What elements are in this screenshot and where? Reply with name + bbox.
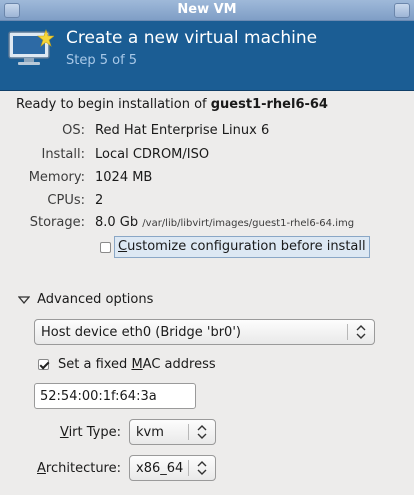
install-value: Local CDROM/ISO — [95, 147, 210, 162]
window-title: New VM — [177, 2, 237, 17]
storage-value-row: 8.0 Gb /var/lib/libvirt/images/guest1-rh… — [95, 215, 354, 230]
wizard-step: Step 5 of 5 — [66, 53, 138, 68]
network-select[interactable]: Host device eth0 (Bridge 'br0') — [34, 319, 375, 345]
updown-arrows-icon — [197, 424, 207, 444]
ready-prefix: Ready to begin installation of — [16, 97, 211, 112]
storage-size: 8.0 Gb — [95, 215, 139, 230]
wizard-title: Create a new virtual machine — [66, 28, 318, 48]
expander-arrow-icon — [17, 292, 34, 307]
customize-option[interactable]: Customize configuration before install — [114, 236, 370, 258]
memory-value: 1024 MB — [95, 170, 153, 185]
customize-label: Customize configuration before install — [118, 239, 366, 254]
advanced-options-label: Advanced options — [37, 292, 154, 307]
architecture-label: Architecture: — [37, 461, 121, 476]
install-label: Install: — [41, 147, 85, 162]
mac-address-input[interactable] — [34, 383, 196, 409]
combo-separator — [188, 460, 189, 476]
virt-type-select[interactable]: kvm — [129, 419, 216, 445]
window-titlebar[interactable]: New VM — [0, 0, 414, 21]
customize-checkbox[interactable] — [100, 242, 111, 253]
storage-label: Storage: — [29, 215, 85, 230]
virt-type-value: kvm — [136, 425, 164, 440]
storage-path: /var/lib/libvirt/images/guest1-rhel6-64.… — [142, 218, 355, 229]
new-vm-icon — [8, 29, 55, 71]
ready-text: Ready to begin installation of guest1-rh… — [16, 97, 328, 112]
virt-type-label: Virt Type: — [59, 425, 121, 440]
combo-separator — [347, 324, 348, 340]
architecture-value: x86_64 — [136, 461, 184, 476]
cpus-value: 2 — [95, 193, 104, 208]
updown-arrows-icon — [356, 324, 366, 344]
advanced-options-expander[interactable]: Advanced options — [17, 292, 154, 307]
cpus-label: CPUs: — [47, 193, 85, 208]
fixed-mac-label[interactable]: Set a fixed MAC address — [58, 357, 216, 372]
vm-name: guest1-rhel6-64 — [210, 97, 328, 112]
architecture-select[interactable]: x86_64 — [129, 455, 216, 481]
network-select-value: Host device eth0 (Bridge 'br0') — [41, 325, 241, 340]
os-value: Red Hat Enterprise Linux 6 — [95, 123, 270, 138]
memory-label: Memory: — [28, 170, 85, 185]
os-label: OS: — [62, 123, 85, 138]
updown-arrows-icon — [197, 460, 207, 480]
combo-separator — [188, 424, 189, 440]
wizard-header: Create a new virtual machine Step 5 of 5 — [0, 21, 414, 91]
fixed-mac-checkbox[interactable] — [38, 359, 49, 370]
window-close-button[interactable] — [394, 3, 410, 18]
